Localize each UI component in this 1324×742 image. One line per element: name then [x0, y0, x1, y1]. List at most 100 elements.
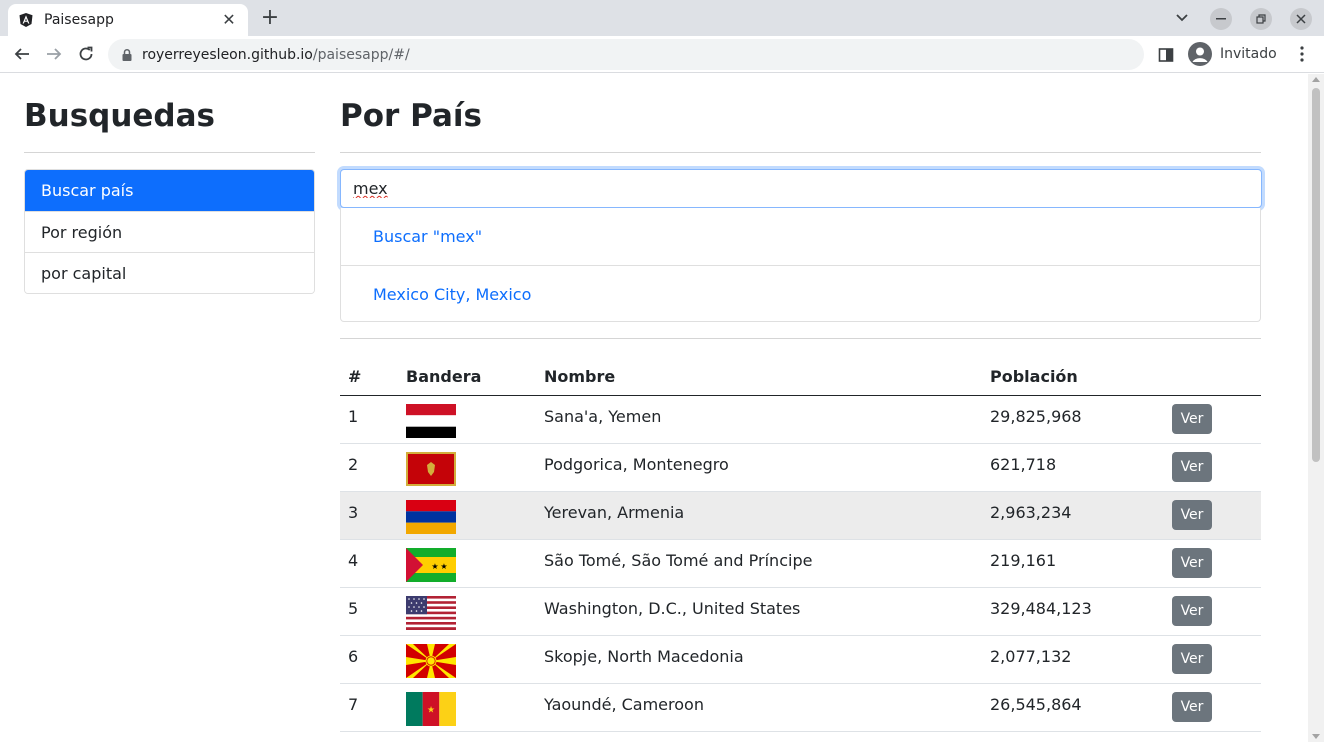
back-arrow-icon[interactable]: [10, 42, 34, 66]
row-number: 1: [340, 395, 398, 444]
flag-cell: [398, 443, 536, 492]
tab-search-icon[interactable]: [1172, 8, 1192, 28]
sidebar-divider: [24, 152, 315, 153]
table-row: 6 Skopje, North Macedonia 2,077,132 Ver: [340, 635, 1261, 684]
restore-icon[interactable]: [1250, 8, 1272, 30]
row-name: Skopje, North Macedonia: [536, 635, 982, 684]
row-population: 329,484,123: [982, 587, 1164, 636]
browser-tab-strip: Paisesapp ✕ +: [0, 0, 1324, 36]
title-divider: [340, 152, 1261, 153]
action-cell: Ver: [1164, 683, 1261, 732]
flag-cell: [398, 395, 536, 444]
row-number: 7: [340, 683, 398, 732]
suggestion-result[interactable]: Mexico City, Mexico: [341, 265, 1260, 322]
profile-chip[interactable]: Invitado: [1184, 40, 1285, 68]
row-population: 29,825,968: [982, 395, 1164, 444]
row-number: 4: [340, 539, 398, 588]
url-host: royerreyesleon.github.io: [142, 46, 313, 63]
row-number: 5: [340, 587, 398, 636]
lock-icon[interactable]: [120, 48, 134, 62]
scroll-up-arrow-icon[interactable]: [1312, 77, 1320, 82]
sidebar-title: Busquedas: [24, 98, 215, 134]
row-population: 26,545,864: [982, 683, 1164, 732]
row-population: 219,161: [982, 539, 1164, 588]
flag-usa-icon: [406, 595, 456, 630]
scroll-down-arrow-icon[interactable]: [1312, 734, 1320, 739]
forward-arrow-icon[interactable]: [42, 42, 66, 66]
row-number: 2: [340, 443, 398, 492]
profile-name: Invitado: [1220, 46, 1277, 62]
search-input[interactable]: [340, 169, 1262, 208]
reload-icon[interactable]: [74, 42, 98, 66]
table-row: 1 Sana'a, Yemen 29,825,968 Ver: [340, 395, 1261, 444]
action-cell: Ver: [1164, 587, 1261, 636]
flag-yemen-icon: [406, 403, 456, 438]
sidebar-item-por-region[interactable]: Por región: [25, 211, 314, 252]
row-name: Yerevan, Armenia: [536, 491, 982, 540]
flag-montenegro-icon: [406, 451, 456, 486]
side-panel-icon[interactable]: [1156, 45, 1176, 65]
flag-cell: ★ ★: [398, 539, 536, 588]
row-population: 621,718: [982, 443, 1164, 492]
row-number: 6: [340, 635, 398, 684]
ver-button[interactable]: Ver: [1172, 499, 1212, 530]
ver-button[interactable]: Ver: [1172, 643, 1212, 674]
row-name: Podgorica, Montenegro: [536, 443, 982, 492]
flag-sao-tome-icon: ★ ★: [406, 547, 456, 582]
kebab-menu-icon[interactable]: [1292, 44, 1312, 64]
sidebar-nav: Buscar país Por región por capital: [24, 169, 315, 294]
page-content: Busquedas Buscar país Por región por cap…: [0, 74, 1308, 742]
results-table: # Bandera Nombre Población 1 Sana'a, Yem…: [340, 358, 1261, 732]
flag-cell: [398, 635, 536, 684]
page-scrollbar[interactable]: [1308, 74, 1324, 742]
scrollbar-thumb[interactable]: [1312, 88, 1320, 462]
new-tab-icon[interactable]: +: [258, 6, 282, 30]
table-row: 5 Washington, D.C., United States 329,48…: [340, 587, 1261, 636]
row-name: São Tomé, São Tomé and Príncipe: [536, 539, 982, 588]
ver-button[interactable]: Ver: [1172, 403, 1212, 434]
svg-text:★: ★: [427, 705, 435, 715]
action-cell: Ver: [1164, 635, 1261, 684]
browser-tab[interactable]: Paisesapp ✕: [8, 4, 248, 36]
row-number: 3: [340, 491, 398, 540]
sidebar-item-buscar-pais[interactable]: Buscar país: [25, 170, 314, 211]
action-cell: Ver: [1164, 443, 1261, 492]
ver-button[interactable]: Ver: [1172, 595, 1212, 626]
address-bar[interactable]: royerreyesleon.github.io/paisesapp/#/: [108, 39, 1144, 70]
sidebar-item-por-capital[interactable]: por capital: [25, 252, 314, 293]
flag-cell: ★: [398, 683, 536, 732]
table-row: 2 Podgorica, Montenegro 621,718 Ver: [340, 443, 1261, 492]
angular-favicon-icon: [18, 12, 34, 28]
action-cell: Ver: [1164, 539, 1261, 588]
row-name: Yaoundé, Cameroon: [536, 683, 982, 732]
column-header-population: Población: [982, 358, 1164, 396]
column-header-actions: [1164, 358, 1261, 396]
table-row: 3 Yerevan, Armenia 2,963,234 Ver: [340, 491, 1261, 540]
column-header-flag: Bandera: [398, 358, 536, 396]
ver-button[interactable]: Ver: [1172, 451, 1212, 482]
row-name: Sana'a, Yemen: [536, 395, 982, 444]
row-population: 2,077,132: [982, 635, 1164, 684]
flag-cell: [398, 491, 536, 540]
url-path: /paisesapp/#/: [312, 46, 410, 63]
flag-north-macedonia-icon: [406, 643, 456, 678]
browser-toolbar: royerreyesleon.github.io/paisesapp/#/ In…: [0, 36, 1324, 73]
column-header-name: Nombre: [536, 358, 982, 396]
ver-button[interactable]: Ver: [1172, 691, 1212, 722]
tab-title: Paisesapp: [44, 12, 114, 28]
tab-close-icon[interactable]: ✕: [220, 11, 238, 29]
flag-cell: [398, 587, 536, 636]
close-window-icon[interactable]: [1290, 8, 1312, 30]
action-cell: Ver: [1164, 491, 1261, 540]
row-name: Washington, D.C., United States: [536, 587, 982, 636]
suggestion-search-term[interactable]: Buscar "mex": [341, 208, 1260, 265]
results-divider: [340, 338, 1261, 339]
minimize-icon[interactable]: [1210, 8, 1232, 30]
ver-button[interactable]: Ver: [1172, 547, 1212, 578]
table-row: 4 ★ ★ São Tomé, São Tomé and Príncipe 21…: [340, 539, 1261, 588]
suggestions-dropdown: Buscar "mex" Mexico City, Mexico: [340, 208, 1261, 322]
svg-text:★: ★: [440, 562, 447, 571]
table-header-row: # Bandera Nombre Población: [340, 358, 1261, 396]
row-population: 2,963,234: [982, 491, 1164, 540]
page-title: Por País: [340, 98, 482, 134]
